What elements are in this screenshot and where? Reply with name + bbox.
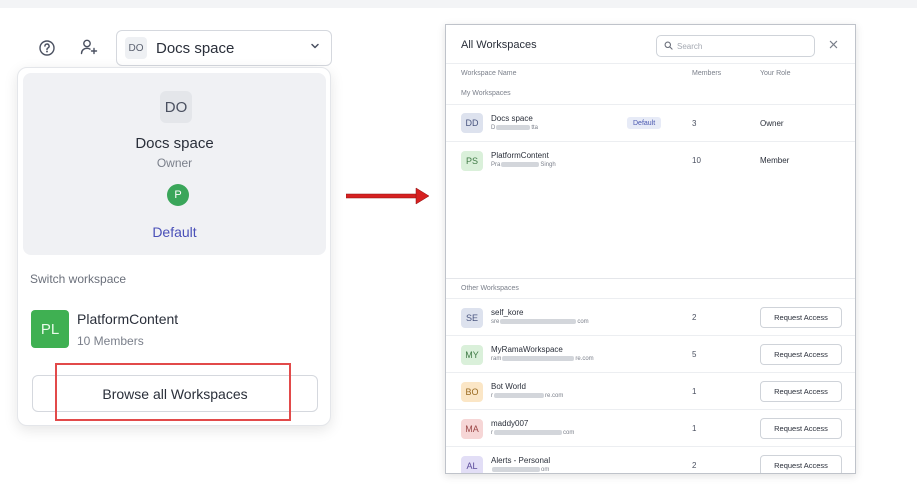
highlight-box xyxy=(55,363,291,421)
workspace-avatar: DO xyxy=(125,37,147,59)
workspace-name: PlatformContent xyxy=(491,151,549,160)
members-count: 1 xyxy=(692,424,697,433)
request-access-button[interactable]: Request Access xyxy=(760,381,842,402)
modal-title: All Workspaces xyxy=(461,39,537,51)
workspace-avatar: MA xyxy=(461,419,483,439)
workspace-name: self_kore xyxy=(491,308,524,317)
workspace-avatar: MY xyxy=(461,345,483,365)
header-divider xyxy=(446,63,855,64)
workspace-avatar: PS xyxy=(461,151,483,171)
members-count: 2 xyxy=(692,313,697,322)
workspace-name: maddy007 xyxy=(491,419,529,428)
workspace-owner: sre com xyxy=(491,319,589,326)
request-access-button[interactable]: Request Access xyxy=(760,418,842,439)
workspace-owner: Pra Singh xyxy=(491,162,556,169)
other-workspaces-label: Other Workspaces xyxy=(461,285,519,292)
my-workspaces-label: My Workspaces xyxy=(461,90,511,97)
members-count: 2 xyxy=(692,461,697,470)
workspace-name: Bot World xyxy=(491,382,526,391)
workspace-selector-label: Docs space xyxy=(156,39,235,57)
current-workspace-card: DO Docs space Owner P Default xyxy=(23,73,326,255)
workspace-name: MyRamaWorkspace xyxy=(491,345,563,354)
default-badge: Default xyxy=(627,117,662,129)
workspace-row: SE self_kore sre com 2 Request Access xyxy=(446,298,855,335)
workspace-avatar: BO xyxy=(461,382,483,402)
request-access-button[interactable]: Request Access xyxy=(760,344,842,365)
workspace-owner: r com xyxy=(491,430,575,437)
column-header-role: Your Role xyxy=(760,70,791,77)
workspace-row: AL Alerts - Personal om 2 Request Access xyxy=(446,446,855,473)
workspace-row: BO Bot World r re.com 1 Request Access xyxy=(446,372,855,409)
workspace-row[interactable]: DD Docs space Dtta Default 3 Owner xyxy=(446,104,855,141)
column-header-name: Workspace Name xyxy=(461,70,517,77)
switch-workspace-label: Switch workspace xyxy=(30,272,127,286)
workspace-owner: r re.com xyxy=(491,393,564,400)
close-icon[interactable] xyxy=(826,37,840,51)
help-icon[interactable] xyxy=(36,37,58,59)
your-role: Owner xyxy=(760,119,784,128)
workspace-avatar: SE xyxy=(461,308,483,328)
search-icon xyxy=(664,37,673,55)
members-count: 1 xyxy=(692,387,697,396)
default-link[interactable]: Default xyxy=(23,224,326,240)
right-arrow-icon xyxy=(345,187,430,210)
members-count: 3 xyxy=(692,119,697,128)
search-box[interactable] xyxy=(656,35,815,57)
members-count: 5 xyxy=(692,350,697,359)
chevron-down-icon xyxy=(309,39,321,57)
workspace-owner: om xyxy=(491,467,549,473)
members-count: 10 xyxy=(692,156,701,165)
request-access-button[interactable]: Request Access xyxy=(760,307,842,328)
user-avatar: P xyxy=(167,184,189,206)
top-strip xyxy=(0,0,917,8)
column-header-members: Members xyxy=(692,70,722,77)
workspace-selector[interactable]: DO Docs space xyxy=(116,30,332,66)
current-workspace-role: Owner xyxy=(156,156,193,170)
workspace-name: PlatformContent xyxy=(77,311,179,327)
section-divider xyxy=(446,278,855,279)
current-workspace-name: Docs space xyxy=(135,135,214,152)
search-input[interactable] xyxy=(677,41,807,51)
workspace-avatar: DD xyxy=(461,113,483,133)
workspace-row: MY MyRamaWorkspace ram re.com 5 Request A… xyxy=(446,335,855,372)
workspace-avatar: PL xyxy=(31,310,69,348)
workspace-avatar: AL xyxy=(461,456,483,473)
workspace-name: Alerts - Personal xyxy=(491,456,551,465)
workspace-row: MA maddy007 r com 1 Request Access xyxy=(446,409,855,446)
workspace-members-count: 10 Members xyxy=(77,334,144,348)
workspace-name: Docs space xyxy=(491,114,533,123)
workspace-row[interactable]: PS PlatformContent Pra Singh 10 Member xyxy=(446,141,855,178)
current-workspace-avatar: DO xyxy=(160,91,192,123)
add-user-icon[interactable] xyxy=(78,36,100,58)
all-workspaces-modal: All Workspaces Workspace Name Members Yo… xyxy=(445,24,856,474)
workspace-owner: Dtta xyxy=(491,125,539,132)
request-access-button[interactable]: Request Access xyxy=(760,455,842,473)
your-role: Member xyxy=(760,156,790,165)
workspace-owner: ram re.com xyxy=(491,356,594,363)
